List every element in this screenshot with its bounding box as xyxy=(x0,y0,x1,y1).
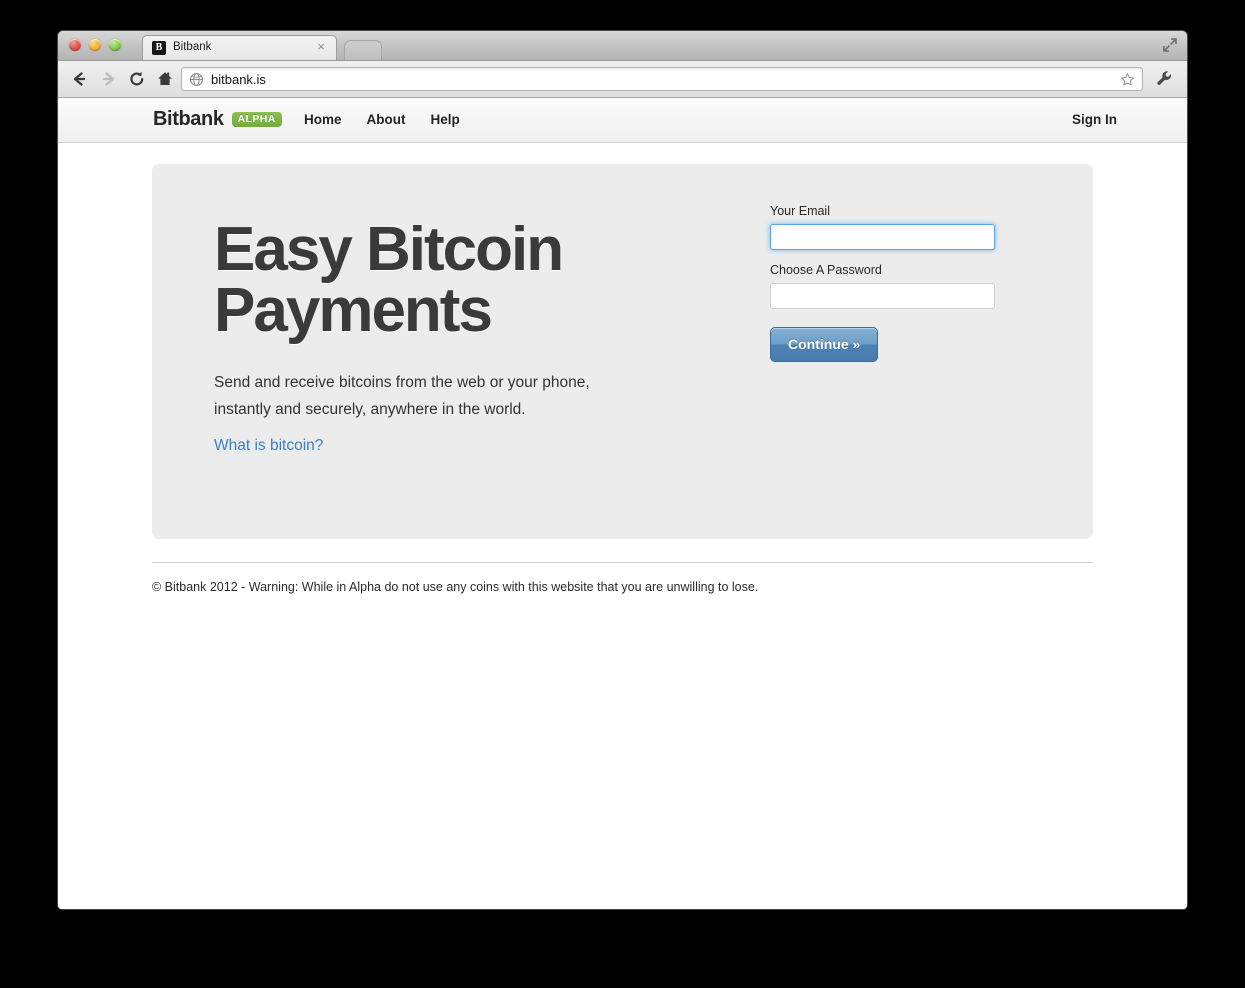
page-title: Easy Bitcoin Payments xyxy=(214,219,684,342)
browser-toolbar: bitbank.is xyxy=(58,61,1187,98)
page-viewport: Bitbank ALPHA Home About Help Sign In Ea… xyxy=(58,98,1187,909)
window-controls xyxy=(69,39,121,51)
signup-form: Your Email Choose A Password Continue » xyxy=(770,204,995,362)
maximize-window-button[interactable] xyxy=(109,39,121,51)
headline-line-2: Payments xyxy=(214,276,493,346)
nav-item-home[interactable]: Home xyxy=(304,112,342,127)
browser-menu-wrench-icon[interactable] xyxy=(1155,69,1175,89)
alpha-badge: ALPHA xyxy=(231,111,282,128)
reload-icon[interactable] xyxy=(127,69,147,89)
sign-in-link[interactable]: Sign In xyxy=(1072,112,1117,127)
restore-window-icon[interactable] xyxy=(1161,36,1179,54)
footer-divider xyxy=(152,562,1093,563)
site-header: Bitbank ALPHA Home About Help Sign In xyxy=(58,98,1187,143)
back-icon[interactable] xyxy=(69,69,89,89)
browser-tab[interactable]: B Bitbank × xyxy=(142,35,337,60)
new-tab-button[interactable] xyxy=(344,40,382,60)
close-tab-icon[interactable]: × xyxy=(314,40,328,54)
bookmark-star-icon[interactable] xyxy=(1120,72,1135,87)
brand-name: Bitbank xyxy=(153,108,224,130)
subcopy-line-2: instantly and securely, anywhere in the … xyxy=(214,400,526,418)
field-spacer xyxy=(770,250,995,263)
close-window-button[interactable] xyxy=(69,39,81,51)
main-navigation: Home About Help xyxy=(304,112,460,127)
address-bar[interactable]: bitbank.is xyxy=(181,67,1143,91)
hero-copy: Easy Bitcoin Payments Send and receive b… xyxy=(214,219,684,455)
minimize-window-button[interactable] xyxy=(89,39,101,51)
globe-icon xyxy=(189,72,204,87)
address-bar-url: bitbank.is xyxy=(211,72,266,87)
continue-button[interactable]: Continue » xyxy=(770,327,879,362)
home-icon[interactable] xyxy=(155,69,175,89)
email-field[interactable] xyxy=(770,224,995,250)
hero-subcopy: Send and receive bitcoins from the web o… xyxy=(214,369,684,423)
headline-line-1: Easy Bitcoin xyxy=(214,215,564,284)
email-field-label: Your Email xyxy=(770,204,830,218)
password-field-label: Choose A Password xyxy=(770,263,882,277)
nav-item-help[interactable]: Help xyxy=(431,112,460,127)
subcopy-line-1: Send and receive bitcoins from the web o… xyxy=(214,373,590,391)
tab-title: Bitbank xyxy=(173,41,212,53)
nav-item-about[interactable]: About xyxy=(367,112,406,127)
footer-text: © Bitbank 2012 - Warning: While in Alpha… xyxy=(152,580,759,594)
favicon-icon: B xyxy=(152,41,166,55)
browser-tabstrip: B Bitbank × xyxy=(58,31,1187,61)
password-field[interactable] xyxy=(770,283,995,309)
browser-window: B Bitbank × bitbank.is Bitbank ALPHA Hom… xyxy=(57,30,1188,910)
brand-logo[interactable]: Bitbank ALPHA xyxy=(153,108,282,131)
hero-panel: Easy Bitcoin Payments Send and receive b… xyxy=(152,164,1093,539)
forward-icon xyxy=(99,69,119,89)
what-is-bitcoin-link[interactable]: What is bitcoin? xyxy=(214,437,323,455)
